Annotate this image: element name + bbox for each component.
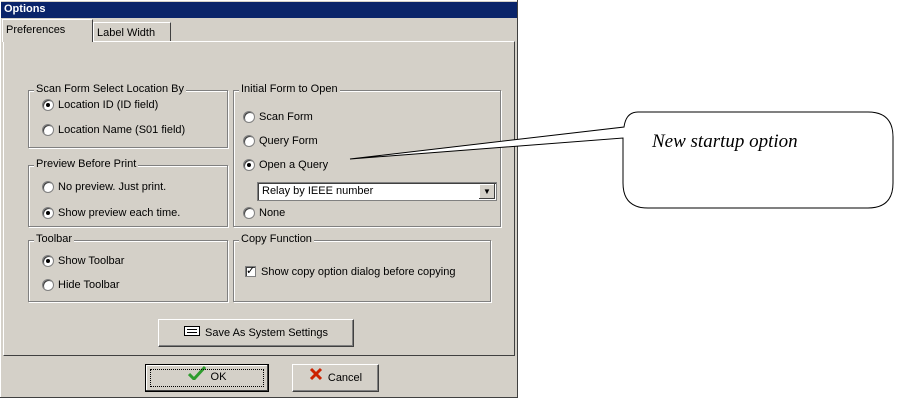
- callout-shape: [349, 111, 894, 209]
- tab-preferences[interactable]: Preferences: [2, 19, 93, 42]
- callout-text: New startup option: [652, 131, 798, 152]
